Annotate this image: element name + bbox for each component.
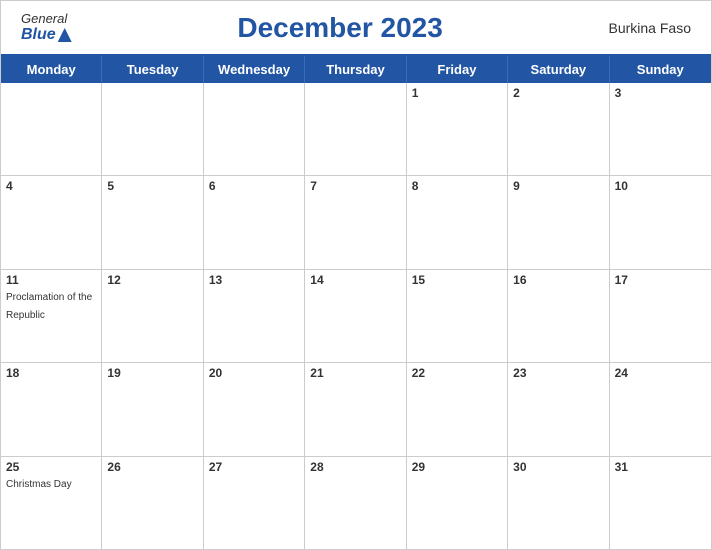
day-number: 22: [412, 366, 502, 380]
day-number: 24: [615, 366, 706, 380]
day-number: 7: [310, 179, 400, 193]
calendar-title: December 2023: [237, 12, 442, 44]
day-number: 19: [107, 366, 197, 380]
day-cell: 31: [610, 457, 711, 549]
day-cell: 16: [508, 270, 609, 362]
day-headers-row: MondayTuesdayWednesdayThursdayFridaySatu…: [1, 56, 711, 83]
day-cell: 27: [204, 457, 305, 549]
day-cell: 21: [305, 363, 406, 455]
day-header-friday: Friday: [407, 56, 508, 83]
calendar-header: General Blue December 2023 Burkina Faso: [1, 1, 711, 54]
calendar-container: General Blue December 2023 Burkina Faso …: [0, 0, 712, 550]
day-number: 4: [6, 179, 96, 193]
day-cell: 10: [610, 176, 711, 268]
day-number: 28: [310, 460, 400, 474]
day-number: 3: [615, 86, 706, 100]
day-cell: 9: [508, 176, 609, 268]
day-cell: [1, 83, 102, 175]
day-number: 27: [209, 460, 299, 474]
country-label: Burkina Faso: [609, 20, 691, 36]
event-text: Christmas Day: [6, 479, 72, 490]
day-number: 31: [615, 460, 706, 474]
day-cell: 15: [407, 270, 508, 362]
day-number: 2: [513, 86, 603, 100]
day-number: 14: [310, 273, 400, 287]
day-header-tuesday: Tuesday: [102, 56, 203, 83]
day-cell: 14: [305, 270, 406, 362]
day-number: 25: [6, 460, 96, 474]
logo: General Blue: [21, 11, 72, 44]
day-cell: 20: [204, 363, 305, 455]
day-cell: 11 Proclamation of the Republic: [1, 270, 102, 362]
day-cell: 2: [508, 83, 609, 175]
logo-triangle-icon: [58, 28, 72, 42]
day-number: 15: [412, 273, 502, 287]
day-header-wednesday: Wednesday: [204, 56, 305, 83]
day-cell: 13: [204, 270, 305, 362]
week-row-4: 18 19 20 21 22 23 24: [1, 363, 711, 456]
weeks-container: 1234567891011Proclamation of the Republi…: [1, 83, 711, 549]
day-number: 6: [209, 179, 299, 193]
day-number: 8: [412, 179, 502, 193]
week-row-5: 25 Christmas Day 26 27 28 29 30 31: [1, 457, 711, 549]
day-number: 13: [209, 273, 299, 287]
day-header-sunday: Sunday: [610, 56, 711, 83]
day-cell: 22: [407, 363, 508, 455]
day-cell: [305, 83, 406, 175]
day-cell: 18: [1, 363, 102, 455]
day-number: 5: [107, 179, 197, 193]
day-cell: 26: [102, 457, 203, 549]
week-row-1: 123: [1, 83, 711, 176]
logo-blue: Blue: [21, 26, 56, 44]
day-number: 23: [513, 366, 603, 380]
day-number: 9: [513, 179, 603, 193]
day-number: 18: [6, 366, 96, 380]
day-cell: 3: [610, 83, 711, 175]
day-number: 10: [615, 179, 706, 193]
day-cell: 8: [407, 176, 508, 268]
day-cell: 17: [610, 270, 711, 362]
logo-general: General: [21, 11, 67, 26]
day-number: 21: [310, 366, 400, 380]
day-cell: [204, 83, 305, 175]
day-number: 29: [412, 460, 502, 474]
week-row-3: 11 Proclamation of the Republic 12 13 14 15 16…: [1, 270, 711, 363]
day-cell: 23: [508, 363, 609, 455]
day-header-thursday: Thursday: [305, 56, 406, 83]
day-cell: 5: [102, 176, 203, 268]
day-cell: 1: [407, 83, 508, 175]
day-cell: 25 Christmas Day: [1, 457, 102, 549]
day-header-monday: Monday: [1, 56, 102, 83]
event-text: Proclamation of the Republic: [6, 292, 92, 321]
calendar-grid: MondayTuesdayWednesdayThursdayFridaySatu…: [1, 54, 711, 549]
day-number: 17: [615, 273, 706, 287]
day-cell: 19: [102, 363, 203, 455]
day-cell: [102, 83, 203, 175]
day-cell: 29: [407, 457, 508, 549]
day-number: 30: [513, 460, 603, 474]
day-number: 20: [209, 366, 299, 380]
day-cell: 12: [102, 270, 203, 362]
day-cell: 28: [305, 457, 406, 549]
day-number: 26: [107, 460, 197, 474]
week-row-2: 456789 10: [1, 176, 711, 269]
day-cell: 6: [204, 176, 305, 268]
day-cell: 7: [305, 176, 406, 268]
day-cell: 24: [610, 363, 711, 455]
day-header-saturday: Saturday: [508, 56, 609, 83]
day-number: 11: [6, 273, 96, 287]
day-cell: 4: [1, 176, 102, 268]
day-number: 16: [513, 273, 603, 287]
day-cell: 30: [508, 457, 609, 549]
day-number: 12: [107, 273, 197, 287]
day-number: 1: [412, 86, 502, 100]
